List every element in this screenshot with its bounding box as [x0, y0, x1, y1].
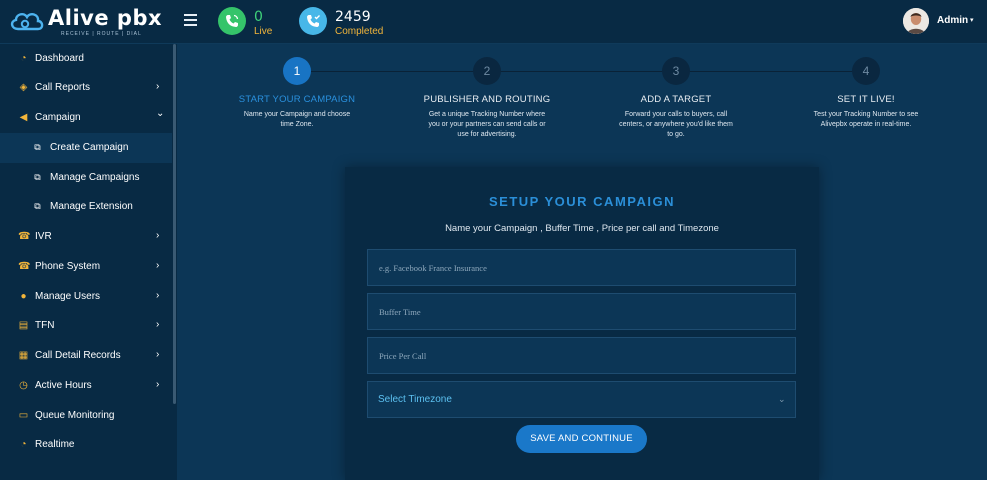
step-number: 1	[283, 57, 311, 85]
brand-name-part2: pbx	[116, 6, 163, 30]
chevron-right-icon: ›	[156, 290, 160, 301]
sidebar-item-label: Campaign	[35, 112, 81, 123]
buffer-time-input[interactable]	[367, 293, 796, 330]
phone-check-icon	[299, 7, 327, 35]
sidebar-item-active-hours[interactable]: ◷ Active Hours ›	[0, 371, 172, 401]
step-description: Test your Tracking Number to see Alivepb…	[813, 111, 919, 128]
phone-system-icon: ☎	[18, 261, 31, 272]
setup-campaign-card: SETUP YOUR CAMPAIGN Name your Campaign ,…	[345, 167, 819, 480]
completed-calls-label: Completed	[335, 26, 384, 37]
chevron-down-icon: ⌄	[156, 108, 165, 119]
step-number: 3	[662, 57, 690, 85]
live-calls-label: Live	[254, 26, 273, 37]
clipboard-icon: ▦	[18, 350, 29, 361]
bullhorn-icon: ◀	[19, 112, 28, 123]
chevron-right-icon: ›	[156, 260, 160, 271]
sidebar-item-call-reports[interactable]: ◈ Call Reports ›	[0, 73, 172, 103]
copy-icon: ⧉	[34, 201, 41, 211]
monitor-icon: ▭	[18, 410, 29, 421]
sidebar-item-label: Call Reports	[35, 82, 91, 93]
sidebar-item-realtime[interactable]: ◔ Realtime	[0, 430, 172, 460]
sidebar-item-queue-monitoring[interactable]: ▭ Queue Monitoring	[0, 401, 172, 431]
sidebar-item-manage-campaigns[interactable]: ⧉ Manage Campaigns	[0, 163, 172, 193]
brand-logo[interactable]: Alive pbx RECEIVE | ROUTE | DIAL	[8, 6, 178, 40]
sidebar-item-label: TFN	[35, 320, 55, 331]
form-subtitle: Name your Campaign , Buffer Time , Price…	[445, 223, 719, 234]
realtime-icon: ◔	[20, 439, 27, 450]
step-title: PUBLISHER AND ROUTING	[423, 94, 551, 105]
wizard-progress-line	[297, 71, 867, 72]
chevron-right-icon: ›	[156, 379, 160, 390]
brand-name-part1: Alive	[48, 6, 110, 30]
brand-tagline: RECEIVE | ROUTE | DIAL	[61, 31, 142, 37]
timezone-select[interactable]: Select Timezone ⌄	[367, 381, 796, 418]
top-header: Alive pbx RECEIVE | ROUTE | DIAL 0 Live …	[0, 0, 987, 44]
sidebar-item-label: Active Hours	[35, 380, 92, 391]
chevron-right-icon: ›	[156, 230, 160, 241]
brand-name: Alive pbx	[48, 6, 162, 30]
step-number: 4	[852, 57, 880, 85]
avatar-icon	[903, 8, 929, 34]
chevron-right-icon: ›	[156, 81, 160, 92]
sidebar-item-label: Phone System	[35, 261, 101, 272]
sidebar-item-tfn[interactable]: ▤ TFN ›	[0, 311, 172, 341]
step-number: 2	[473, 57, 501, 85]
cloud-logo-icon	[10, 12, 44, 31]
sidebar-item-label: Manage Extension	[50, 201, 133, 212]
chevron-right-icon: ›	[156, 349, 160, 360]
sidebar-item-label: IVR	[35, 231, 52, 242]
price-per-call-input[interactable]	[367, 337, 796, 374]
completed-calls-stat: 2459 Completed	[299, 7, 399, 37]
sidebar-item-label: Manage Users	[35, 291, 101, 302]
sidebar-item-create-campaign[interactable]: ⧉ Create Campaign	[0, 133, 172, 163]
user-name: Admin	[937, 15, 969, 26]
copy-icon: ⧉	[34, 142, 41, 152]
sidebar-item-label: Call Detail Records	[35, 350, 121, 361]
menu-toggle-icon[interactable]	[184, 14, 197, 26]
sidebar-item-call-detail-records[interactable]: ▦ Call Detail Records ›	[0, 341, 172, 371]
step-title: SET IT LIVE!	[837, 94, 895, 105]
sidebar-item-manage-users[interactable]: ● Manage Users ›	[0, 282, 172, 312]
megaphone-icon: ◈	[19, 82, 28, 93]
live-calls-stat: 0 Live	[218, 7, 278, 37]
step-title: ADD A TARGET	[640, 94, 712, 105]
dashboard-icon: ◔	[20, 53, 27, 64]
chevron-down-icon: ⌄	[778, 394, 786, 404]
sidebar: ◔ Dashboard ◈ Call Reports › ◀ Campaign …	[0, 44, 177, 480]
sidebar-item-ivr[interactable]: ☎ IVR ›	[0, 222, 172, 252]
chevron-right-icon: ›	[156, 319, 160, 330]
chevron-down-icon: ▾	[970, 17, 974, 24]
sidebar-item-campaign[interactable]: ◀ Campaign ⌄	[0, 103, 172, 133]
live-calls-value: 0	[254, 9, 263, 25]
sidebar-item-phone-system[interactable]: ☎ Phone System ›	[0, 252, 172, 282]
user-menu[interactable]: Admin ▾	[903, 8, 983, 36]
sidebar-item-label: Dashboard	[35, 53, 84, 64]
sidebar-item-label: Realtime	[35, 439, 75, 450]
sidebar-item-label: Create Campaign	[50, 142, 129, 153]
step-description: Forward your calls to buyers, call cente…	[619, 111, 733, 138]
sidebar-item-label: Manage Campaigns	[50, 172, 140, 183]
step-description: Get a unique Tracking Number where you o…	[428, 111, 546, 138]
sidebar-item-manage-extension[interactable]: ⧉ Manage Extension	[0, 192, 172, 222]
step-title: START YOUR CAMPAIGN	[238, 94, 356, 105]
sidebar-scrollbar[interactable]	[173, 44, 176, 404]
copy-icon: ⧉	[34, 172, 41, 182]
tfn-icon: ▤	[18, 320, 29, 331]
save-and-continue-button[interactable]: SAVE AND CONTINUE	[516, 425, 647, 453]
sidebar-item-dashboard[interactable]: ◔ Dashboard	[0, 44, 172, 74]
clock-icon: ◷	[19, 380, 28, 391]
timezone-select-value: Select Timezone	[378, 394, 452, 405]
sidebar-item-label: Queue Monitoring	[35, 410, 115, 421]
form-title: SETUP YOUR CAMPAIGN	[489, 194, 675, 209]
step-description: Name your Campaign and choose time Zone.	[243, 111, 351, 128]
phone-active-icon	[218, 7, 246, 35]
completed-calls-value: 2459	[335, 9, 371, 25]
campaign-name-input[interactable]	[367, 249, 796, 286]
user-icon: ●	[20, 291, 27, 302]
ivr-phone-icon: ☎	[18, 231, 31, 242]
